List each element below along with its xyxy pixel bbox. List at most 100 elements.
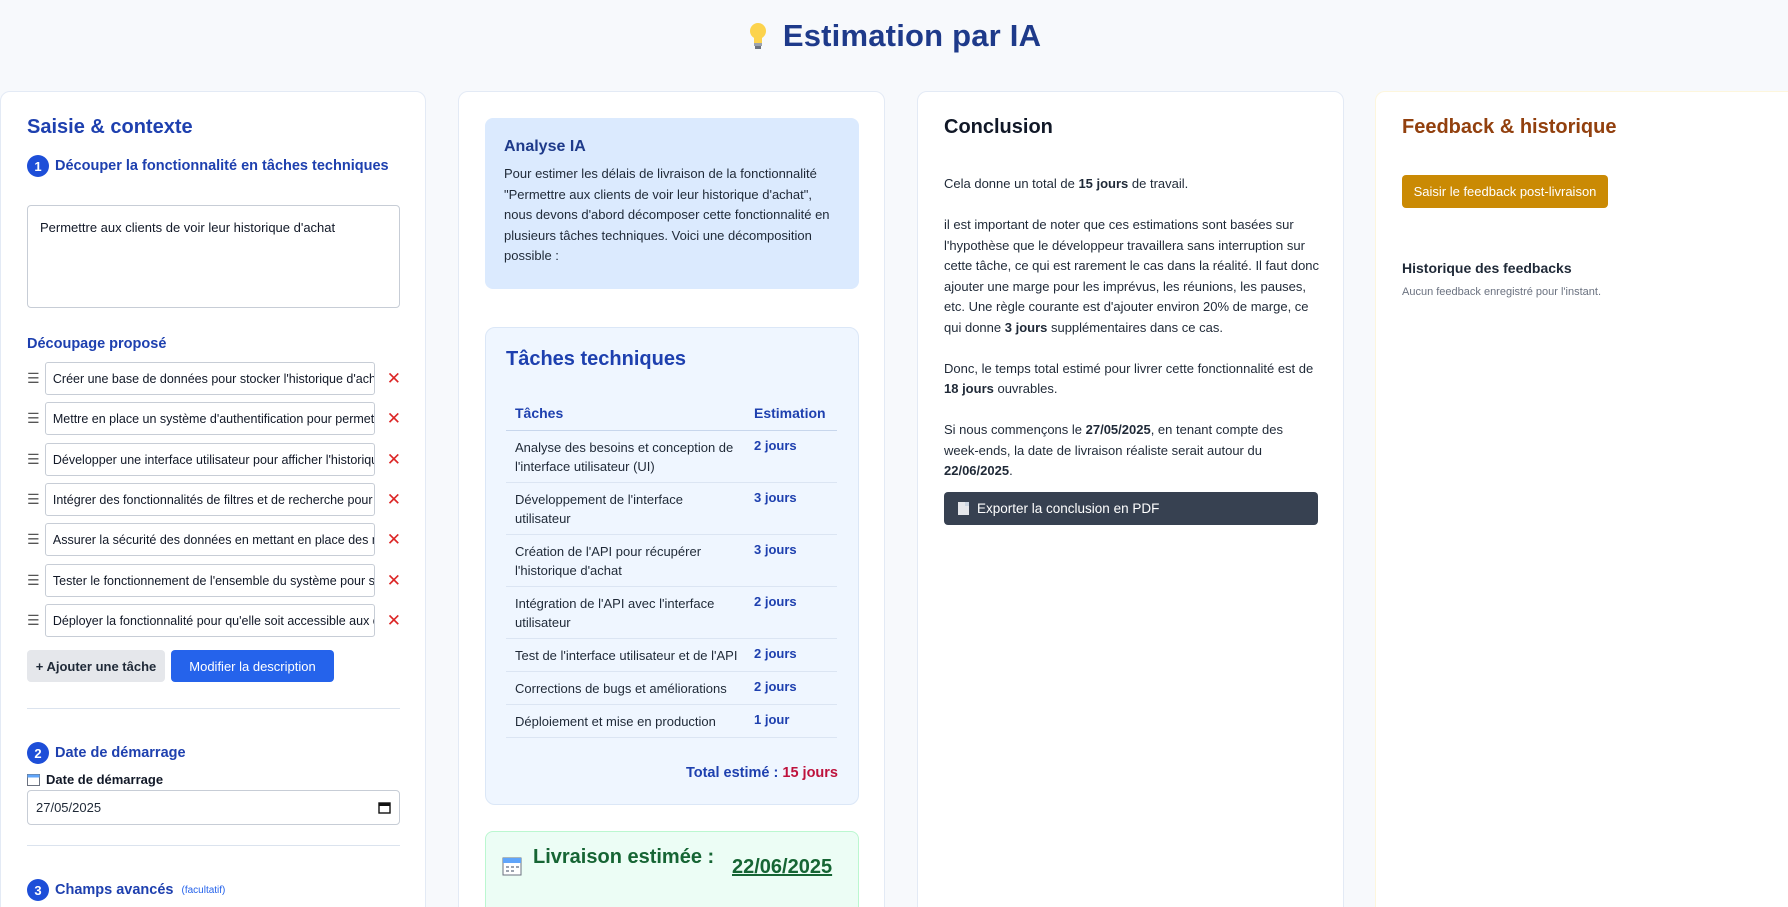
export-pdf-button[interactable]: Exporter la conclusion en PDF (944, 492, 1318, 525)
delete-task-icon[interactable]: ✕ (387, 530, 401, 550)
task-cell: Développement de l'interface utilisateur (515, 492, 683, 526)
conclusion-paragraph: Si nous commençons le 27/05/2025, en ten… (944, 422, 1283, 478)
document-icon (958, 502, 969, 515)
input-panel: Saisie & contexte 1 Découper la fonction… (0, 91, 426, 907)
edit-description-button[interactable]: Modifier la description (171, 650, 334, 682)
task-input[interactable]: Créer une base de données pour stocker l… (44, 362, 375, 395)
step-2-label: Date de démarrage (55, 745, 186, 761)
divider (27, 708, 400, 709)
task-input[interactable]: Assurer la sécurité des données en metta… (44, 523, 375, 556)
task-row: ☰ Déployer la fonctionnalité pour qu'ell… (27, 604, 401, 637)
task-cell: Création de l'API pour récupérer l'histo… (515, 544, 702, 578)
table-row: Création de l'API pour récupérer l'histo… (506, 535, 837, 587)
drag-handle-icon[interactable]: ☰ (27, 491, 45, 508)
divider (27, 845, 400, 846)
step-1-label: Découper la fonctionnalité en tâches tec… (55, 158, 389, 174)
page-header: Estimation par IA (0, 18, 1788, 56)
task-row: ☰ Tester le fonctionnement de l'ensemble… (27, 564, 401, 597)
start-date-label: Date de démarrage (27, 772, 163, 787)
step-1-number: 1 (27, 155, 49, 177)
task-input[interactable]: Déployer la fonctionnalité pour qu'elle … (44, 604, 375, 637)
task-input[interactable]: Intégrer des fonctionnalités de filtres … (44, 483, 375, 516)
step-3-heading: 3 Champs avancés (facultatif) (27, 879, 225, 901)
table-row: Intégration de l'API avec l'interface ut… (506, 587, 837, 639)
estimate-cell: 2 jours (754, 679, 797, 694)
conclusion-text: Cela donne un total de 15 jours de trava… (944, 174, 1320, 502)
ai-analysis-box: Analyse IA Pour estimer les délais de li… (485, 118, 859, 289)
post-delivery-feedback-button[interactable]: Saisir le feedback post-livraison (1402, 175, 1608, 208)
start-date-label-text: Date de démarrage (46, 772, 164, 787)
estimate-cell: 1 jour (754, 712, 790, 727)
feedback-history-title: Historique des feedbacks (1402, 260, 1572, 276)
lightbulb-icon (749, 23, 766, 49)
table-row: Analyse des besoins et conception de l'i… (506, 431, 837, 483)
task-row: ☰ Intégrer des fonctionnalités de filtre… (27, 483, 401, 516)
step-2-heading: 2 Date de démarrage (27, 742, 186, 764)
input-panel-title: Saisie & contexte (27, 116, 193, 138)
drag-handle-icon[interactable]: ☰ (27, 612, 45, 629)
export-pdf-label: Exporter la conclusion en PDF (977, 501, 1160, 516)
conclusion-title: Conclusion (944, 116, 1053, 138)
step-2-number: 2 (27, 742, 49, 764)
estimated-delivery-label: Livraison estimée : (533, 846, 715, 868)
task-cell: Analyse des besoins et conception de l'i… (515, 440, 734, 474)
step-3-number: 3 (27, 879, 49, 901)
date-picker-icon[interactable] (378, 801, 391, 814)
estimate-cell: 2 jours (754, 646, 797, 661)
task-input[interactable]: Mettre en place un système d'authentific… (44, 402, 375, 435)
drag-handle-icon[interactable]: ☰ (27, 451, 45, 468)
conclusion-paragraph: Donc, le temps total estimé pour livrer … (944, 360, 1314, 397)
ai-analysis-text: Pour estimer les délais de livraison de … (504, 166, 830, 263)
technical-tasks-box: Tâches techniques Tâches Estimation Anal… (485, 327, 859, 805)
drag-handle-icon[interactable]: ☰ (27, 370, 45, 387)
add-task-button[interactable]: + Ajouter une tâche (27, 650, 165, 682)
feature-description-input[interactable]: Permettre aux clients de voir leur histo… (27, 205, 400, 308)
calendar-icon (27, 774, 40, 786)
task-row: ☰ Créer une base de données pour stocker… (27, 362, 401, 395)
conclusion-paragraph: Cela donne un total de 15 jours de trava… (944, 176, 1189, 191)
conclusion-panel: Conclusion Cela donne un total de 15 jou… (917, 91, 1344, 907)
technical-tasks-title: Tâches techniques (506, 348, 687, 370)
total-value: 15 jours (782, 765, 838, 781)
task-cell: Déploiement et mise en production (515, 714, 716, 729)
task-cell: Intégration de l'API avec l'interface ut… (515, 596, 715, 630)
analysis-panel: Analyse IA Pour estimer les délais de li… (458, 91, 885, 907)
column-header-tasks: Tâches (515, 405, 564, 421)
feedback-panel: Feedback & historique Saisir le feedback… (1375, 91, 1788, 907)
optional-note: (facultatif) (181, 884, 226, 896)
feedback-title: Feedback & historique (1402, 116, 1617, 138)
task-cell: Test de l'interface utilisateur et de l'… (515, 648, 738, 663)
estimate-cell: 3 jours (754, 542, 797, 557)
page-title: Estimation par IA (747, 18, 1041, 54)
start-date-input[interactable]: 27/05/2025 (27, 790, 400, 825)
estimated-delivery-date: 22/06/2025 (732, 856, 833, 878)
page-title-text: Estimation par IA (782, 18, 1042, 53)
delete-task-icon[interactable]: ✕ (387, 571, 401, 591)
task-row: ☰ Développer une interface utilisateur p… (27, 443, 401, 476)
delete-task-icon[interactable]: ✕ (387, 611, 401, 631)
table-row: Déploiement et mise en production 1 jour (506, 705, 837, 738)
drag-handle-icon[interactable]: ☰ (27, 572, 45, 589)
ai-analysis-title: Analyse IA (504, 138, 586, 155)
feedback-history-empty: Aucun feedback enregistré pour l'instant… (1402, 286, 1601, 298)
task-input[interactable]: Développer une interface utilisateur pou… (44, 443, 375, 476)
table-row: Test de l'interface utilisateur et de l'… (506, 639, 837, 672)
drag-handle-icon[interactable]: ☰ (27, 531, 45, 548)
delete-task-icon[interactable]: ✕ (387, 369, 401, 389)
column-header-estimate: Estimation (754, 405, 826, 421)
delete-task-icon[interactable]: ✕ (387, 490, 401, 510)
step-1-heading: 1 Découper la fonctionnalité en tâches t… (27, 155, 389, 177)
total-estimate: Total estimé : 15 jours (686, 765, 838, 781)
delete-task-icon[interactable]: ✕ (387, 450, 401, 470)
delete-task-icon[interactable]: ✕ (387, 409, 401, 429)
estimate-cell: 2 jours (754, 438, 797, 453)
task-input[interactable]: Tester le fonctionnement de l'ensemble d… (44, 564, 375, 597)
total-label: Total estimé : (685, 765, 779, 781)
conclusion-paragraph: il est important de noter que ces estima… (944, 217, 1320, 335)
table-row: Développement de l'interface utilisateur… (506, 483, 837, 535)
estimate-cell: 2 jours (754, 594, 797, 609)
drag-handle-icon[interactable]: ☰ (27, 410, 45, 427)
task-row: ☰ Assurer la sécurité des données en met… (27, 523, 401, 556)
start-date-value: 27/05/2025 (36, 800, 102, 815)
calendar-icon (502, 857, 522, 876)
